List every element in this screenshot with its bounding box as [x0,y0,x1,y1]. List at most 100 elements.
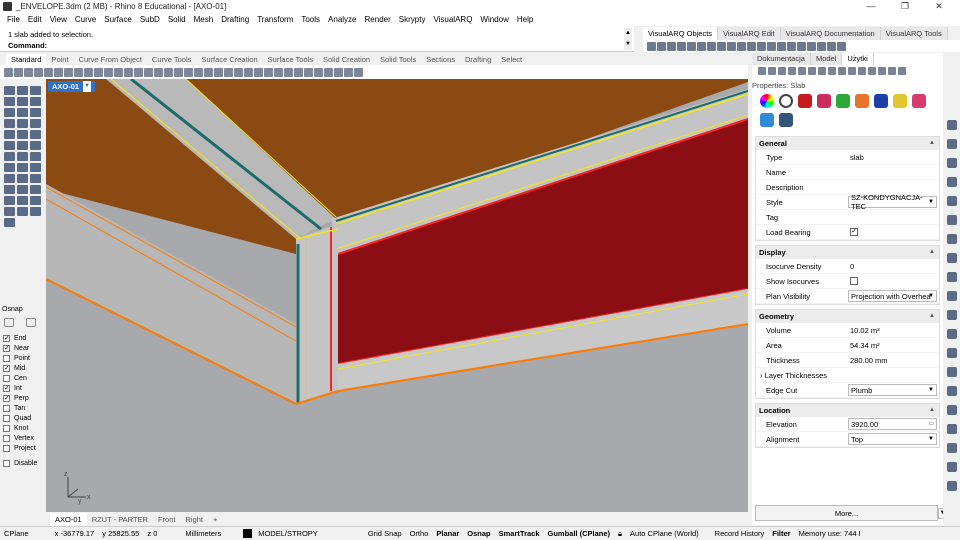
roof-icon[interactable] [737,41,746,51]
cylinder-icon[interactable] [30,141,41,150]
object-manager-panel-icon[interactable] [946,443,957,453]
menu-mesh[interactable]: Mesh [190,13,218,26]
rectangle-icon[interactable] [4,108,15,117]
texture-mapping-icon[interactable] [817,94,831,108]
notes-panel-icon[interactable] [946,310,957,320]
panel-tool-11-icon[interactable] [858,67,866,75]
panel-tool-15-icon[interactable] [898,67,906,75]
curve-icon[interactable] [4,97,15,106]
column-icon[interactable] [677,41,686,51]
object-properties-icon[interactable] [760,94,774,108]
viewport-title[interactable]: AXO-01 ▼ [48,81,96,92]
tab-surface-creation[interactable]: Surface Creation [196,54,262,65]
pick-point-icon[interactable]: ▭ [928,419,934,430]
zoom-window-icon[interactable] [134,67,143,77]
decal-icon[interactable] [798,94,812,108]
rendering-icon[interactable] [836,94,850,108]
chevron-down-icon[interactable]: ▼ [928,197,934,208]
undo-icon[interactable] [84,67,93,77]
add-viewport-button[interactable]: + [208,513,222,526]
panel-tool-2-icon[interactable] [768,67,776,75]
join-icon[interactable] [30,185,41,194]
sun-panel-icon[interactable] [946,329,957,339]
layer-thicknesses-row[interactable]: › Layer Thicknesses [756,371,848,380]
array-icon[interactable] [30,174,41,183]
smarttrack-toggle[interactable]: SmartTrack [495,529,544,538]
render-icon[interactable] [314,67,323,77]
extend-icon[interactable] [30,119,41,128]
unlock-icon[interactable] [274,67,283,77]
tab-point[interactable]: Point [46,54,73,65]
layer-icon[interactable] [284,67,293,77]
menu-curve[interactable]: Curve [71,13,100,26]
light-icon[interactable] [324,67,333,77]
tab-surface-tools[interactable]: Surface Tools [263,54,318,65]
tab-right[interactable]: Right [180,513,208,526]
grid-icon[interactable] [797,41,806,51]
tab-sections[interactable]: Sections [421,54,460,65]
alignment-select[interactable]: Top ▼ [848,433,937,445]
boolean-union-icon[interactable] [4,152,15,161]
osnap-checkbox-point[interactable] [3,354,10,362]
undo-view-icon[interactable] [164,67,173,77]
rotate-icon[interactable] [30,163,41,172]
tab-solid-tools[interactable]: Solid Tools [375,54,421,65]
osnap-item-cen[interactable]: Cen [3,373,37,383]
load-bearing-checkbox[interactable]: ✓ [850,228,858,236]
mirror-icon[interactable] [17,174,28,183]
furniture-icon[interactable] [767,41,776,51]
units-display[interactable]: Millimeters [181,529,225,538]
hatch-icon[interactable] [17,207,28,216]
menu-surface[interactable]: Surface [100,13,136,26]
box-icon[interactable] [4,141,15,150]
panel-tool-14-icon[interactable] [888,67,896,75]
menu-analyze[interactable]: Analyze [324,13,360,26]
osnap-checkbox-tan[interactable] [3,404,10,412]
cplane-toggle[interactable]: CPlane [0,529,33,538]
tab-visualarq-tools[interactable]: VisualARQ Tools [880,27,948,40]
ground-plane-panel-icon[interactable] [946,348,957,358]
copy-object-icon[interactable] [17,163,28,172]
isocurve-density-field[interactable]: 0 [848,260,939,272]
tab-visualarq-edit[interactable]: VisualARQ Edit [718,27,781,40]
sphere-icon[interactable] [17,141,28,150]
cplane-icon[interactable] [194,67,203,77]
panel-tool-5-icon[interactable] [798,67,806,75]
textures-panel-icon[interactable] [946,405,957,415]
wireframe-icon[interactable] [204,67,213,77]
tab-rzut-parter[interactable]: RZUT - PARTER [87,513,153,526]
set-view-icon[interactable] [184,67,193,77]
osnap-checkbox-vertex[interactable] [3,434,10,442]
lock-icon[interactable]: 🔒︎ [614,529,626,539]
more-button[interactable]: More... ▼ [755,505,947,521]
options-icon[interactable] [344,67,353,77]
viewport-axo[interactable]: z x y [46,79,748,512]
osnap-item-mid[interactable]: ✓ Mid [3,363,37,373]
boolean-difference-icon[interactable] [17,152,28,161]
section-icon[interactable] [807,41,816,51]
tab-axo-01[interactable]: AXO-01 [50,513,87,526]
materials-panel-icon[interactable] [946,196,957,206]
show-isocurves-checkbox[interactable] [850,277,858,285]
chevron-down-icon[interactable]: ▼ [83,81,92,92]
osnap-item-near[interactable]: ✓ Near [3,343,37,353]
named-cplanes-panel-icon[interactable] [946,291,957,301]
show-icon[interactable] [254,67,263,77]
check-icon[interactable] [30,207,41,216]
extrude-icon[interactable] [17,130,28,139]
panel-tool-3-icon[interactable] [778,67,786,75]
help-icon[interactable] [354,67,363,77]
chevron-down-icon[interactable]: ▼ [928,291,934,302]
lights-panel-icon[interactable] [946,234,957,244]
map-panel-icon[interactable] [946,462,957,472]
chevron-up-icon[interactable]: ▲ [929,310,935,323]
auto-cplane-toggle[interactable]: Auto CPlane (World) [626,529,703,538]
properties-icon[interactable] [294,67,303,77]
tab-standard[interactable]: Standard [6,54,47,65]
tab-uzytki[interactable]: Użytki [842,53,874,65]
command-prompt[interactable]: Command: [8,41,47,50]
open-icon[interactable] [14,67,23,77]
ellipse-icon[interactable] [30,108,41,117]
file-explorer-panel-icon[interactable] [946,424,957,434]
zoom-selected-icon[interactable] [154,67,163,77]
